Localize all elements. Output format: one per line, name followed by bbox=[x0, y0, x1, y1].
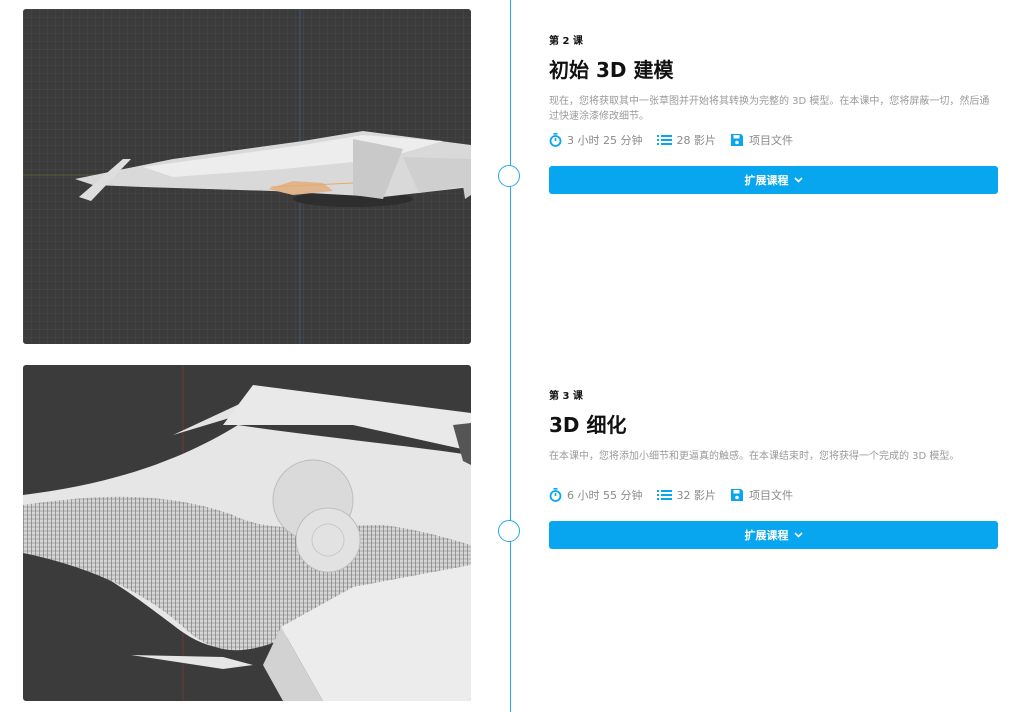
lesson-3-preview-image bbox=[23, 365, 471, 701]
lesson-meta: 6 小时 55 分钟 32 影片 项目文件 bbox=[549, 486, 998, 504]
timeline-node-lesson-2 bbox=[498, 165, 520, 187]
videos-count: 32 影片 bbox=[676, 489, 717, 502]
lesson-2-info: 第 2 课 初始 3D 建模 现在，您将获取其中一张草图并开始将其转换为完整的 … bbox=[549, 36, 998, 194]
videos-item: 28 影片 bbox=[656, 132, 717, 148]
lesson-3-thumbnail[interactable] bbox=[23, 365, 471, 701]
lesson-title: 3D 细化 bbox=[549, 413, 627, 437]
duration-item: 3 小时 25 分钟 bbox=[549, 132, 643, 148]
expand-lesson-button[interactable]: 扩展课程 bbox=[549, 166, 998, 194]
videos-item: 32 影片 bbox=[656, 487, 717, 503]
expand-button-label: 扩展课程 bbox=[744, 529, 789, 542]
project-files-link[interactable]: 项目文件 bbox=[749, 132, 793, 148]
lesson-description: 在本课中，您将添加小细节和更逼真的触感。在本课结束时，您将获得一个完成的 3D … bbox=[549, 451, 960, 462]
lesson-3-info: 第 3 课 3D 细化 在本课中，您将添加小细节和更逼真的触感。在本课结束时，您… bbox=[549, 391, 998, 549]
stopwatch-icon bbox=[549, 133, 562, 147]
duration-text: 6 小时 55 分钟 bbox=[567, 489, 643, 502]
project-files-link[interactable]: 项目文件 bbox=[749, 487, 793, 503]
course-curriculum: 第 2 课 初始 3D 建模 现在，您将获取其中一张草图并开始将其转换为完整的 … bbox=[0, 0, 1024, 712]
lesson-description: 现在，您将获取其中一张草图并开始将其转换为完整的 3D 模型。在本课中，您将屏蔽… bbox=[549, 96, 990, 122]
chevron-down-icon bbox=[793, 177, 803, 183]
timeline-line bbox=[510, 0, 511, 712]
floppy-disk-icon bbox=[731, 489, 743, 501]
lesson-number: 第 3 课 bbox=[549, 391, 583, 402]
lesson-number: 第 2 课 bbox=[549, 36, 583, 47]
lesson-title: 初始 3D 建模 bbox=[549, 58, 674, 82]
files-item[interactable]: 项目文件 bbox=[730, 487, 793, 503]
timeline-node-lesson-3 bbox=[498, 520, 520, 542]
lesson-meta: 3 小时 25 分钟 28 影片 项目文件 bbox=[549, 131, 998, 149]
files-item[interactable]: 项目文件 bbox=[730, 132, 793, 148]
duration-item: 6 小时 55 分钟 bbox=[549, 487, 643, 503]
floppy-disk-icon bbox=[731, 134, 743, 146]
list-icon bbox=[656, 135, 672, 145]
expand-button-label: 扩展课程 bbox=[744, 174, 789, 187]
duration-text: 3 小时 25 分钟 bbox=[567, 134, 643, 147]
chevron-down-icon bbox=[793, 532, 803, 538]
videos-count: 28 影片 bbox=[676, 134, 717, 147]
lesson-2-thumbnail[interactable] bbox=[23, 9, 471, 344]
expand-lesson-button[interactable]: 扩展课程 bbox=[549, 521, 998, 549]
lesson-2-preview-image bbox=[23, 9, 471, 344]
list-icon bbox=[656, 490, 672, 500]
stopwatch-icon bbox=[549, 488, 562, 502]
